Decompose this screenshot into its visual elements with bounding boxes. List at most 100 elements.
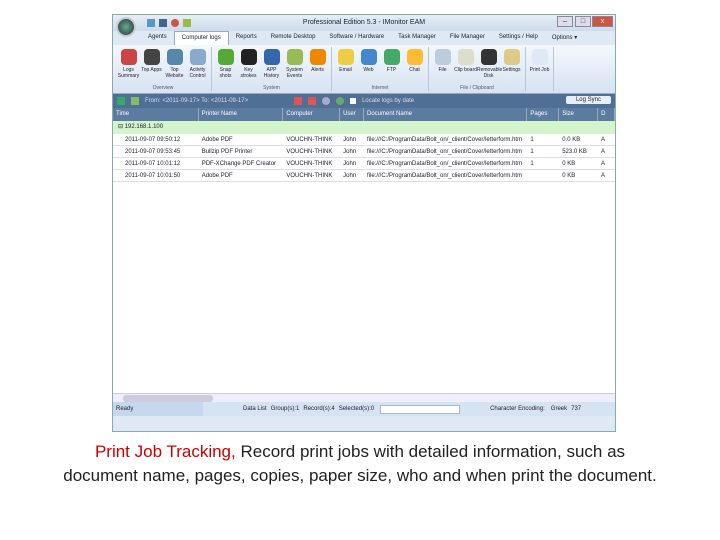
locate-checkbox[interactable] bbox=[350, 98, 357, 104]
table-cell: 2011-09-07 09:53:45 bbox=[125, 149, 181, 155]
table-cell: John bbox=[343, 161, 357, 167]
clip-board-icon bbox=[457, 49, 474, 65]
group-row[interactable]: ⊟ 192.168.1.100 bbox=[113, 121, 615, 134]
status-bar: Ready Data List Group(s):1 Record(s):4 S… bbox=[113, 402, 615, 416]
table-cell: 0 KB bbox=[562, 161, 576, 167]
ribbon-button-key-strokes[interactable]: Key strokes bbox=[237, 47, 260, 85]
locate-label: Locate logs by date bbox=[362, 98, 415, 104]
ribbon-buttons: Print Job bbox=[528, 47, 551, 91]
ribbon-button-clip-board[interactable]: Clip board bbox=[454, 47, 477, 85]
app-window: Professional Edition 5.3 - IMonitor EAM … bbox=[112, 14, 616, 432]
ribbon-button-settings[interactable]: Settings bbox=[500, 47, 523, 85]
table-cell: A bbox=[601, 137, 606, 143]
slide-caption: Print Job Tracking, Record print jobs wi… bbox=[60, 440, 660, 488]
table-cell: Bullzip PDF Printer bbox=[201, 149, 253, 155]
export-icon[interactable] bbox=[131, 97, 139, 105]
table-cell: A bbox=[601, 161, 606, 167]
ribbon-button-email[interactable]: Email bbox=[334, 47, 357, 85]
column-header[interactable]: D bbox=[598, 108, 616, 121]
table-cell bbox=[527, 170, 559, 181]
chat-icon bbox=[406, 49, 423, 65]
calendar-icon[interactable] bbox=[308, 97, 317, 105]
table-cell: file:///C:/ProgramData/Bolt_on/_client/C… bbox=[367, 173, 523, 179]
table-row[interactable]: 2011-09-07 09:53:45 Bullzip PDF Printer VO… bbox=[113, 146, 615, 158]
search-input[interactable] bbox=[380, 404, 461, 414]
table-cell: 2011-09-07 09:50:12 bbox=[125, 137, 181, 143]
ribbon-button-label: Top Website bbox=[165, 67, 184, 79]
removable-disk-icon bbox=[480, 49, 497, 65]
table-cell: file:///C:/ProgramData/Bolt_on/_client/C… bbox=[367, 137, 523, 143]
refresh-icon[interactable] bbox=[336, 97, 345, 105]
status-records: Record(s):4 bbox=[303, 406, 335, 412]
horizontal-scrollbar[interactable] bbox=[113, 393, 615, 402]
ribbon-buttons: Email Web FTP Chat bbox=[334, 47, 426, 85]
ribbon-button-chat[interactable]: Chat bbox=[403, 47, 426, 85]
ribbon-button-label: Alerts bbox=[311, 67, 324, 73]
encoding-value[interactable]: Greek bbox=[551, 406, 567, 412]
excel-export-icon[interactable] bbox=[117, 97, 125, 105]
column-header[interactable]: Size bbox=[559, 108, 599, 121]
log-sync-button[interactable]: Log Sync bbox=[565, 96, 611, 104]
ribbon-button-top-apps[interactable]: Top Apps bbox=[140, 47, 163, 85]
ribbon-button-file[interactable]: File bbox=[431, 47, 454, 85]
table-cell: A bbox=[601, 173, 606, 179]
table-cell: file:///C:/ProgramData/Bolt_on/_client/C… bbox=[367, 149, 523, 155]
app-menu-button[interactable] bbox=[116, 17, 136, 37]
ribbon-group-label: Overview bbox=[152, 85, 174, 91]
ribbon-button-ftp[interactable]: FTP bbox=[380, 47, 403, 85]
ribbon-buttons: Snap shots Key strokes APP History System E… bbox=[214, 47, 329, 85]
ribbon-button-snap-shots[interactable]: Snap shots bbox=[214, 47, 237, 85]
tab-computer-logs[interactable]: Computer logs bbox=[173, 31, 229, 45]
table-row[interactable]: 2011-09-07 10:01:12 PDF-XChange PDF Creat… bbox=[113, 158, 615, 170]
ribbon-button-alerts[interactable]: Alerts bbox=[306, 47, 329, 85]
maximize-button[interactable]: □ bbox=[575, 16, 591, 27]
column-header[interactable]: Printer Name bbox=[199, 108, 284, 121]
ribbon-button-label: Chat bbox=[409, 67, 420, 73]
minimize-button[interactable]: – bbox=[557, 16, 573, 27]
ribbon-group: Print Job bbox=[526, 47, 554, 91]
tab-agents[interactable]: Agents bbox=[141, 31, 174, 45]
search-icon[interactable] bbox=[322, 97, 331, 105]
ribbon-button-app-history[interactable]: APP History bbox=[260, 47, 283, 85]
logs-summary-icon bbox=[120, 49, 137, 65]
tab-settings-help[interactable]: Settings / Help bbox=[492, 31, 545, 45]
ribbon-button-label: System Events bbox=[286, 67, 303, 79]
ribbon-button-label: Removable Disk bbox=[477, 67, 503, 79]
column-header[interactable]: User bbox=[340, 108, 365, 121]
column-header[interactable]: Computer bbox=[283, 108, 341, 121]
table-row[interactable]: 2011-09-07 10:01:50 Adobe PDF VOUCHN-THINK… bbox=[113, 170, 615, 182]
ribbon-button-top-website[interactable]: Top Website bbox=[163, 47, 186, 85]
tab-software-hardware[interactable]: Software / Hardware bbox=[322, 31, 391, 45]
ribbon-button-web[interactable]: Web bbox=[357, 47, 380, 85]
ribbon-group: File Clip board Removable Disk Settings File… bbox=[429, 47, 526, 91]
ribbon-group-label: Internet bbox=[371, 85, 389, 91]
status-groups: Group(s):1 bbox=[270, 406, 300, 412]
column-header[interactable]: Pages bbox=[527, 108, 560, 121]
ribbon-button-removable-disk[interactable]: Removable Disk bbox=[477, 47, 503, 85]
table-row[interactable]: 2011-09-07 09:50:12 Adobe PDF VOUCHN-THINK… bbox=[113, 134, 615, 146]
ribbon-button-label: Key strokes bbox=[240, 67, 257, 79]
ribbon-button-print-job[interactable]: Print Job bbox=[528, 47, 551, 91]
table-cell: 2011-09-07 10:01:50 bbox=[125, 173, 181, 179]
table-cell: 523.0 KB bbox=[562, 149, 587, 155]
ribbon-button-label: Web bbox=[363, 67, 374, 73]
ribbon-button-activity-control[interactable]: Activity Control bbox=[186, 47, 209, 85]
table-cell: 0.0 KB bbox=[562, 137, 581, 143]
table-cell: 2011-09-07 10:01:12 bbox=[125, 161, 181, 167]
scrollbar-thumb[interactable] bbox=[123, 395, 213, 402]
calendar-icon[interactable] bbox=[294, 97, 303, 105]
ribbon-button-system-events[interactable]: System Events bbox=[283, 47, 306, 85]
tab-options-[interactable]: Options ▾ bbox=[545, 31, 584, 45]
ribbon-button-logs-summary[interactable]: Logs Summary bbox=[117, 47, 140, 85]
table-cell: A bbox=[601, 149, 606, 155]
column-header[interactable]: Time bbox=[113, 108, 199, 121]
tab-remote-desktop[interactable]: Remote Desktop bbox=[264, 31, 323, 45]
table-cell: 1 bbox=[530, 149, 534, 155]
tab-reports[interactable]: Reports bbox=[229, 31, 264, 45]
tab-task-manager[interactable]: Task Manager bbox=[391, 31, 443, 45]
tab-file-manager[interactable]: File Manager bbox=[443, 31, 492, 45]
date-range[interactable]: From: <2011-09-17> To: <2011-09-17> bbox=[145, 98, 248, 104]
column-header[interactable]: Document Name bbox=[364, 108, 528, 121]
table-cell: 1 bbox=[530, 137, 534, 143]
close-button[interactable]: x bbox=[592, 16, 613, 27]
